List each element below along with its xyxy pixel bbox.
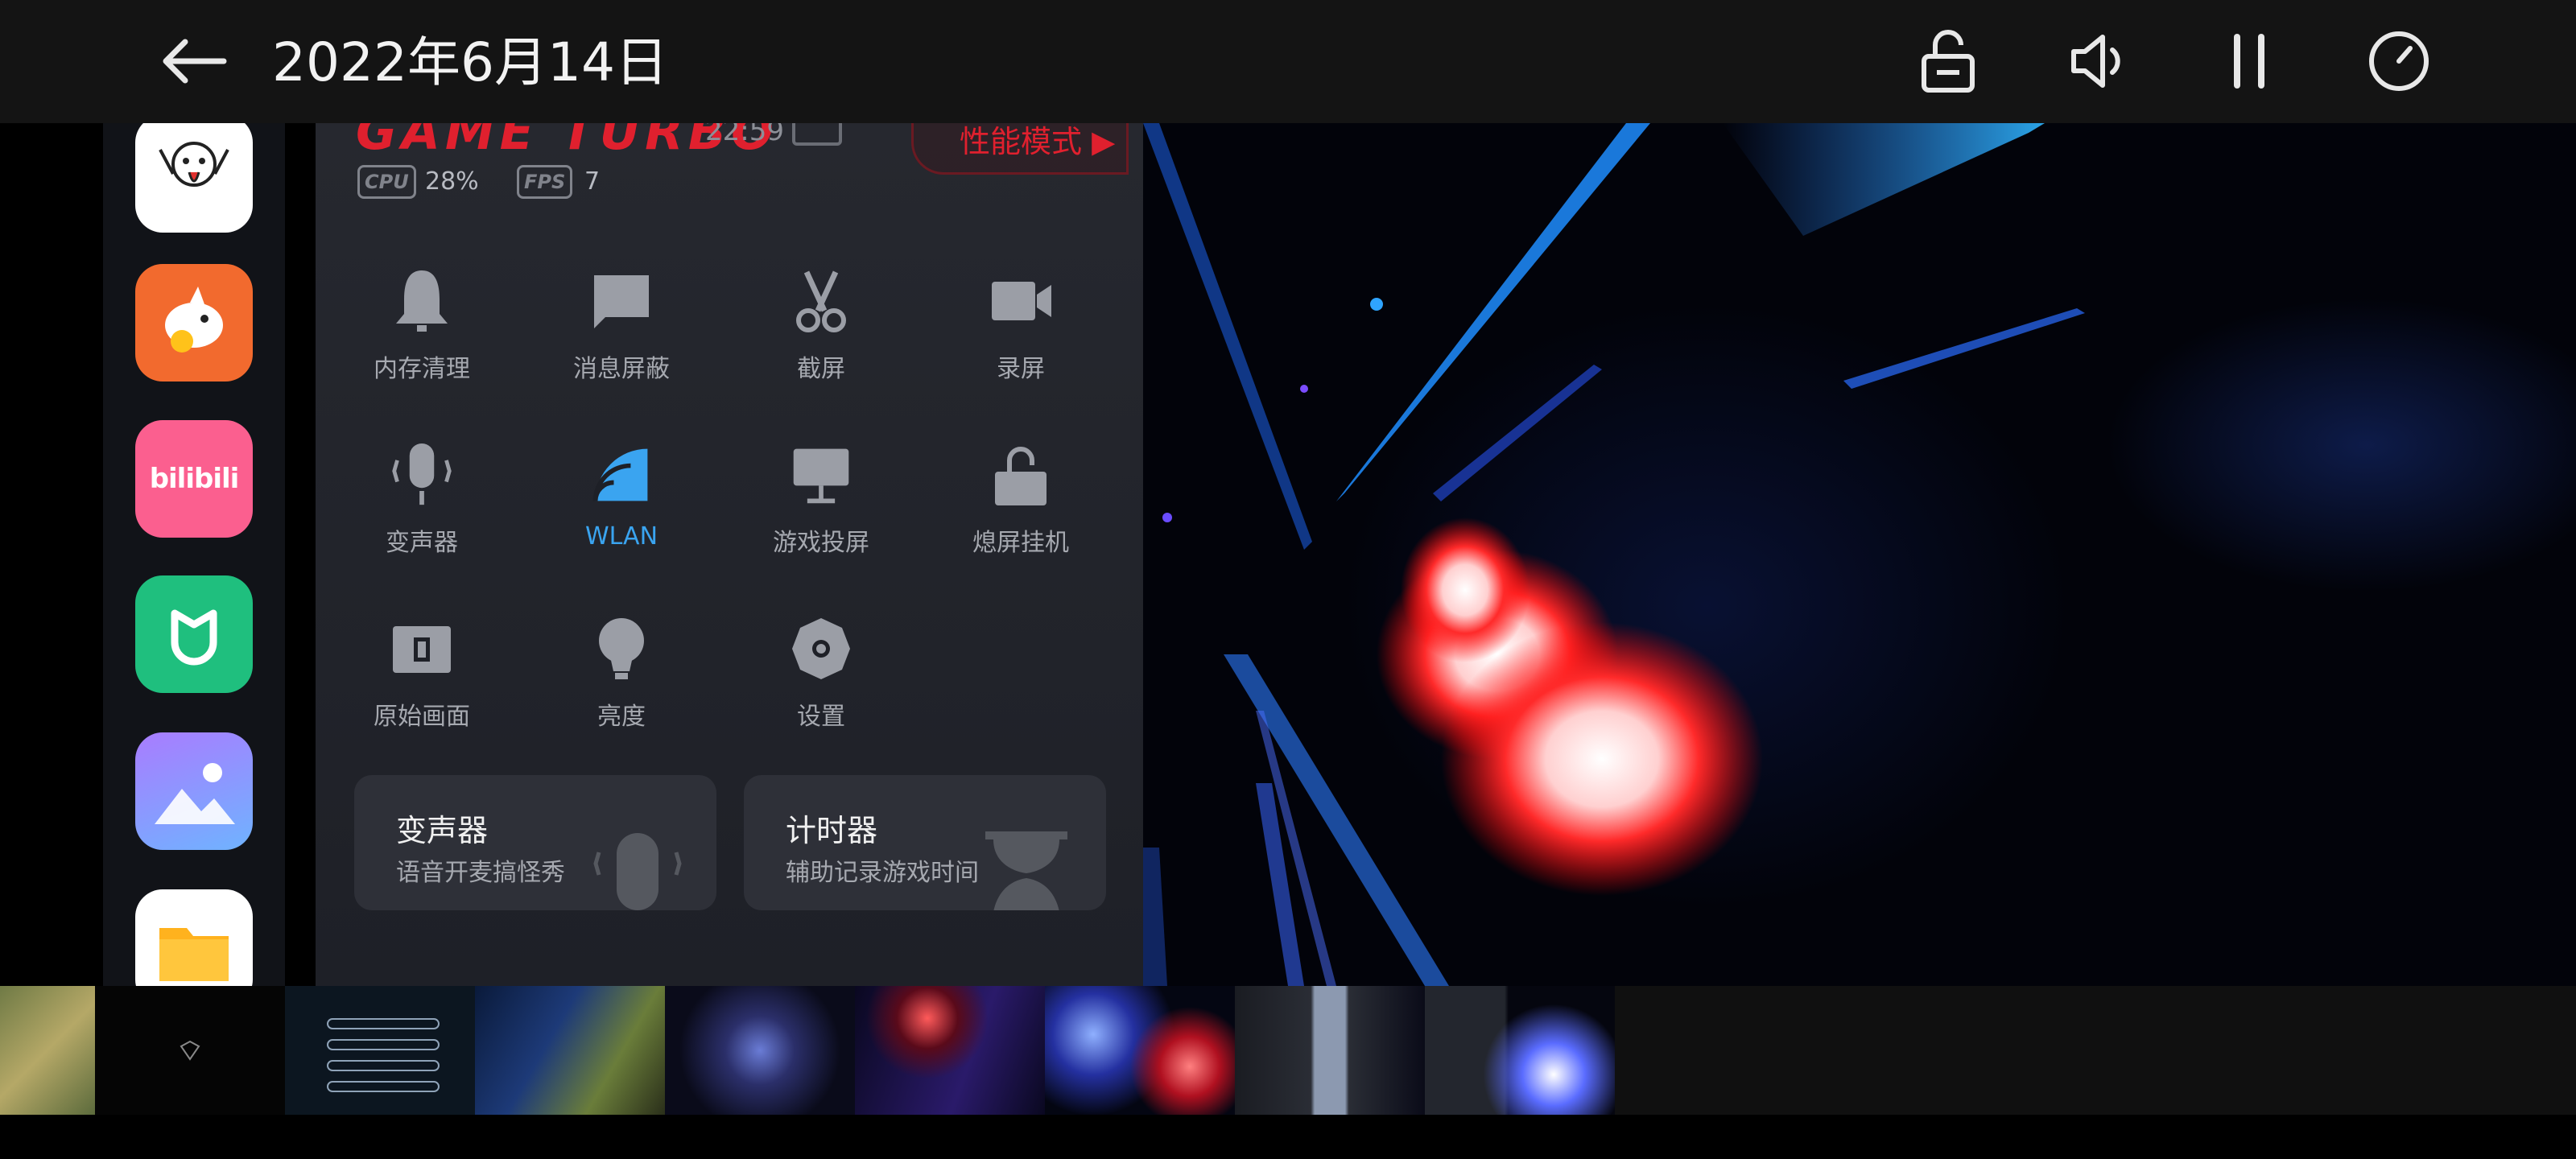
timeline-frame[interactable] bbox=[285, 986, 475, 1115]
mijia-app[interactable] bbox=[135, 575, 253, 693]
timeline-frame[interactable] bbox=[95, 986, 285, 1115]
tool-label: 消息屏蔽 bbox=[573, 355, 670, 383]
video-frame[interactable] bbox=[1143, 123, 2576, 986]
tool-label: 截屏 bbox=[797, 355, 845, 383]
tool-label: 亮度 bbox=[597, 703, 646, 731]
bottom-bar bbox=[0, 1115, 2576, 1159]
tool-label: 变声器 bbox=[386, 529, 458, 557]
speed-icon bbox=[2369, 31, 2429, 91]
tool-label: 录屏 bbox=[997, 355, 1045, 383]
tool-settings[interactable]: 设置 bbox=[733, 612, 910, 773]
tool-label: 内存清理 bbox=[374, 355, 470, 383]
timeline-empty bbox=[1615, 986, 2576, 1115]
hourglass-icon bbox=[985, 831, 1067, 910]
timer-card[interactable]: 计时器 辅助记录游戏时间 bbox=[744, 775, 1106, 910]
timeline-frame[interactable] bbox=[1045, 986, 1235, 1115]
page-title: 2022年6月14日 bbox=[272, 31, 668, 93]
shark-app-icon bbox=[165, 287, 223, 353]
unlock-icon bbox=[1922, 30, 1975, 93]
voice-changer-icon bbox=[392, 443, 452, 505]
bilibili-app-icon: bilibili bbox=[149, 463, 240, 495]
tool-voice-changer[interactable]: 变声器 bbox=[333, 439, 510, 600]
screen-off-icon bbox=[995, 447, 1046, 505]
fps-label: FPS bbox=[517, 165, 573, 199]
screenshot-icon bbox=[796, 270, 846, 332]
tool-screenshot[interactable]: 截屏 bbox=[733, 265, 910, 426]
app-dock: bilibili bbox=[103, 123, 285, 986]
turbo-clock: 22:59 bbox=[705, 123, 784, 147]
card-subtitle: 辅助记录游戏时间 bbox=[786, 859, 979, 887]
meme-sticker-app[interactable] bbox=[135, 123, 253, 233]
logo-icon bbox=[180, 1040, 200, 1061]
timeline-frame[interactable] bbox=[855, 986, 1045, 1115]
video-timeline[interactable] bbox=[0, 986, 2576, 1115]
top-bar: 2022年6月14日 bbox=[0, 0, 2576, 123]
card-title: 计时器 bbox=[786, 813, 878, 848]
card-title: 变声器 bbox=[396, 813, 489, 848]
pause-button[interactable] bbox=[2211, 23, 2288, 100]
wlan-icon bbox=[592, 448, 648, 501]
speed-button[interactable] bbox=[2360, 23, 2438, 100]
voice-changer-card[interactable]: 变声器 语音开麦搞怪秀 bbox=[354, 775, 716, 910]
fps-value: 7 bbox=[584, 167, 601, 196]
battery-icon bbox=[792, 123, 842, 146]
cpu-value: 28% bbox=[425, 167, 479, 196]
main-area: bilibili GAME TURBO 22:59 性能模式 ▶ CPU 28%… bbox=[0, 123, 2576, 986]
gallery-app-icon bbox=[155, 763, 235, 824]
arrow-right-icon: ▶ bbox=[1092, 124, 1116, 159]
mijia-app-icon bbox=[171, 609, 217, 666]
tool-label: WLAN bbox=[584, 522, 658, 551]
tool-original-view[interactable]: 原始画面 bbox=[333, 612, 510, 773]
original-view-icon bbox=[393, 626, 451, 673]
tool-game-cast[interactable]: 游戏投屏 bbox=[733, 439, 910, 600]
performance-mode-label[interactable]: 性能模式 ▶ bbox=[960, 123, 1115, 161]
card-subtitle: 语音开麦搞怪秀 bbox=[396, 859, 565, 887]
timeline-frame[interactable] bbox=[1235, 986, 1425, 1115]
tool-brightness[interactable]: 亮度 bbox=[533, 612, 710, 773]
shark-app[interactable] bbox=[135, 264, 253, 382]
volume-button[interactable] bbox=[2061, 23, 2138, 100]
brightness-icon bbox=[599, 618, 644, 679]
gallery-app[interactable] bbox=[135, 732, 253, 850]
bilibili-app[interactable]: bilibili bbox=[135, 420, 253, 538]
tool-screen-record[interactable]: 录屏 bbox=[932, 265, 1109, 426]
timeline-frame[interactable] bbox=[665, 986, 855, 1115]
memory-clean-icon bbox=[396, 270, 448, 332]
game-turbo-panel: GAME TURBO 22:59 性能模式 ▶ CPU 28% FPS 7 内存… bbox=[316, 123, 1143, 986]
performance-mode-text: 性能模式 bbox=[960, 124, 1083, 159]
tool-label: 熄屏挂机 bbox=[972, 529, 1069, 557]
pause-icon bbox=[2234, 34, 2264, 89]
timeline-frame[interactable] bbox=[0, 986, 95, 1115]
tool-memory-clean[interactable]: 内存清理 bbox=[333, 265, 510, 426]
volume-icon bbox=[2071, 35, 2120, 88]
tool-screen-off[interactable]: 熄屏挂机 bbox=[932, 439, 1109, 600]
game-cast-icon bbox=[793, 448, 849, 504]
screen-record-icon bbox=[992, 282, 1051, 320]
tool-label: 设置 bbox=[797, 703, 845, 731]
microphone-icon bbox=[593, 833, 682, 910]
tool-message-block[interactable]: 消息屏蔽 bbox=[533, 265, 710, 426]
tool-label: 游戏投屏 bbox=[773, 529, 869, 557]
timeline-frame[interactable] bbox=[475, 986, 665, 1115]
files-app-icon bbox=[159, 928, 229, 981]
tool-wlan[interactable]: WLAN bbox=[533, 439, 710, 600]
files-app[interactable] bbox=[135, 889, 253, 986]
light-streaks-image bbox=[1143, 123, 2085, 986]
meme-sticker-app-icon bbox=[159, 142, 229, 187]
settings-icon bbox=[792, 618, 850, 679]
unlock-button[interactable] bbox=[1909, 23, 1987, 100]
cpu-label: CPU bbox=[357, 165, 416, 199]
tool-label: 原始画面 bbox=[374, 703, 470, 731]
message-block-icon bbox=[594, 275, 649, 328]
back-button[interactable] bbox=[153, 29, 233, 93]
arrow-left-icon bbox=[163, 39, 227, 84]
timeline-frame[interactable] bbox=[1425, 986, 1615, 1115]
